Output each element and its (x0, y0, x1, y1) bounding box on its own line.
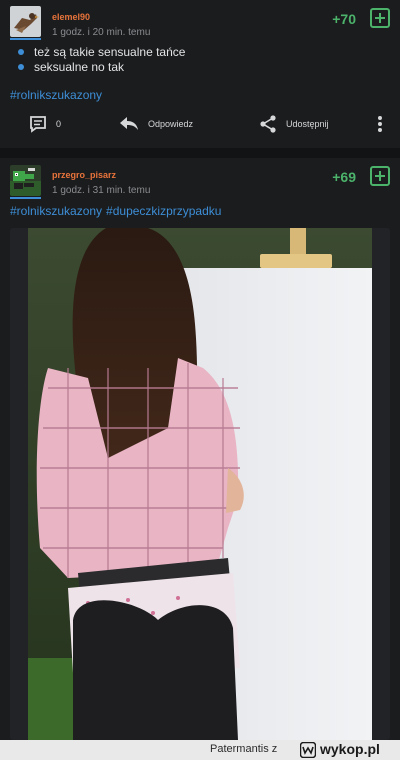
divider (0, 148, 400, 158)
footer-bar: Patermantis z wykop.pl (0, 740, 400, 760)
tag-link[interactable]: #rolnikszukazony (10, 204, 102, 218)
upvote-button[interactable] (370, 8, 390, 28)
tag-link[interactable]: #dupeczkizprzypadku (106, 204, 221, 218)
wykop-logo-icon (299, 741, 317, 759)
vote-score: +69 (332, 169, 356, 185)
brand-name: wykop.pl (320, 741, 380, 757)
user-avatar[interactable] (10, 6, 41, 37)
reply-arrow-icon[interactable] (118, 114, 140, 139)
embedded-photo[interactable] (28, 228, 372, 740)
comment-icon[interactable] (28, 114, 48, 139)
share-button[interactable]: Udostępnij (286, 119, 329, 129)
upvote-button[interactable] (370, 166, 390, 186)
list-item: też są takie sensualne tańce (16, 45, 185, 60)
tags: #rolnikszukazony (10, 88, 106, 102)
user-avatar[interactable] (10, 165, 41, 196)
post-time: 1 godz. i 31 min. temu (52, 185, 151, 196)
vote-score: +70 (332, 11, 356, 27)
entry-comment: elemel90 1 godz. i 20 min. temu +70 też … (0, 0, 400, 148)
reply-button[interactable]: Odpowiedz (148, 119, 193, 129)
more-vertical-icon[interactable] (372, 114, 388, 139)
comment-body: też są takie sensualne tańce seksualne n… (16, 45, 185, 75)
share-icon[interactable] (258, 114, 278, 139)
action-bar: 0 Odpowiedz Udostępnij (0, 112, 400, 136)
avatar-underline (10, 38, 41, 40)
comments-count: 0 (56, 119, 62, 129)
username[interactable]: elemel90 (52, 12, 90, 22)
tag-link[interactable]: #rolnikszukazony (10, 88, 102, 102)
embedded-image-frame[interactable] (10, 228, 390, 740)
tags: #rolnikszukazony #dupeczkizprzypadku (10, 204, 225, 218)
username[interactable]: przegro_pisarz (52, 170, 116, 180)
list-item: seksualne no tak (16, 60, 185, 75)
post-time: 1 godz. i 20 min. temu (52, 27, 151, 38)
footer-author: Patermantis z (210, 743, 278, 755)
entry-comment: przegro_pisarz 1 godz. i 31 min. temu +6… (0, 158, 400, 740)
avatar-underline (10, 197, 41, 199)
